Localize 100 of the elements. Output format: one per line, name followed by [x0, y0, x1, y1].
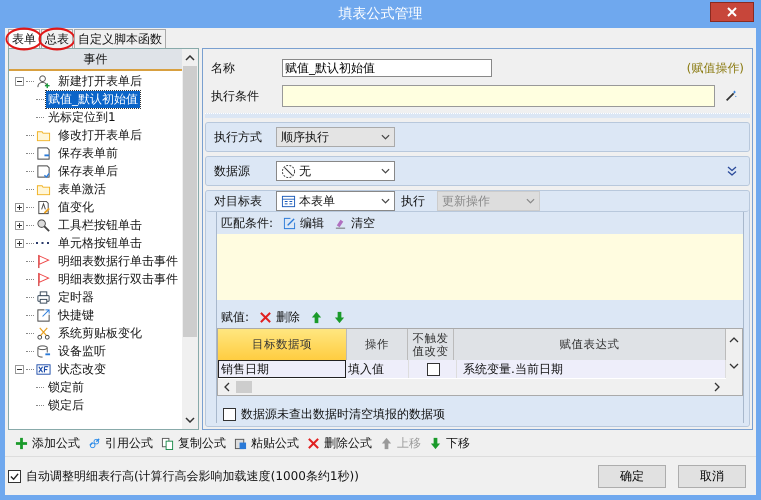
delete-button[interactable]: 删除	[259, 308, 300, 326]
magic-wand-icon[interactable]	[724, 89, 738, 103]
move-down-button[interactable]	[333, 310, 346, 324]
horizontal-scrollbar[interactable]	[218, 379, 726, 395]
scroll-down-icon[interactable]	[185, 417, 195, 423]
checkbox[interactable]	[223, 408, 236, 421]
flag-icon	[36, 254, 51, 268]
up-arrow-icon	[380, 436, 393, 450]
toolbar-button[interactable]: 引用公式	[88, 434, 153, 452]
tree-item[interactable]: 定时器	[56, 288, 96, 306]
chevron-down-icon	[381, 134, 390, 140]
dialog-button[interactable]: 确定	[598, 464, 666, 488]
field-label: 名称	[211, 60, 236, 76]
collapse-icon[interactable]	[15, 364, 24, 374]
clear-button[interactable]: 清空	[334, 214, 376, 232]
form-icon	[281, 194, 296, 208]
up-arrow-icon	[310, 310, 324, 324]
tree-item[interactable]: 明细表数据行双击事件	[56, 270, 180, 288]
database-icon	[36, 344, 51, 358]
checkbox[interactable]	[8, 470, 21, 482]
printer-icon	[36, 290, 51, 304]
edit-button[interactable]: 编辑	[283, 214, 324, 232]
column-header[interactable]: 目标数据项	[218, 329, 347, 360]
toolbar-button[interactable]: 粘贴公式	[234, 434, 299, 452]
field-label: 数据源	[214, 162, 251, 180]
toolbar-button[interactable]: 添加公式	[15, 434, 80, 452]
move-up-button[interactable]	[310, 310, 324, 324]
tree-item[interactable]: 锁定后	[46, 396, 86, 414]
tab[interactable]: 自定义脚本函数	[74, 29, 166, 48]
tree-item[interactable]: 表单激活	[56, 180, 108, 198]
checkbox-label: 自动调整明细表行高(计算行高会影响加载速度(1000条约1秒))	[26, 468, 359, 484]
tree-item[interactable]: 锁定前	[46, 378, 86, 396]
copy-icon	[161, 436, 174, 450]
tree-item[interactable]: 系统剪贴板变化	[56, 324, 144, 342]
close-icon	[727, 7, 737, 17]
source-dropdown[interactable]: 无	[276, 161, 395, 181]
table-cell[interactable]: 填入值	[346, 360, 409, 378]
checkbox[interactable]	[427, 362, 440, 376]
expand-icon[interactable]	[15, 238, 24, 248]
condition-field[interactable]	[282, 85, 715, 107]
scissors-icon	[36, 326, 51, 340]
tree-item[interactable]: 光标定位到1	[46, 108, 118, 126]
document-pen-icon	[36, 200, 51, 214]
tree-item[interactable]: 工具栏按钮单击	[56, 216, 144, 234]
column-header: 事件	[84, 50, 108, 68]
paste-icon	[234, 436, 247, 450]
field-label: 执行方式	[214, 128, 263, 146]
person-plus-icon	[36, 74, 51, 88]
field-label: 对目标表	[214, 192, 263, 210]
scroll-left-icon[interactable]	[224, 382, 230, 392]
tree-item[interactable]: 设备监听	[56, 342, 108, 360]
tree-item[interactable]: 明细表数据行单击事件	[56, 252, 180, 270]
xf-icon	[36, 362, 51, 376]
tree-item[interactable]: 修改打开表单后	[56, 126, 144, 144]
tree-item[interactable]: 赋值_默认初始值	[46, 90, 140, 108]
double-chevron-icon[interactable]	[727, 166, 737, 176]
add-icon	[15, 436, 28, 450]
tree-item[interactable]: 保存表单后	[56, 162, 120, 180]
edit-icon	[283, 216, 296, 230]
arrow-box-icon	[36, 308, 51, 322]
chevron-down-icon	[526, 198, 535, 204]
tree-item[interactable]: 值变化	[56, 198, 96, 216]
scroll-thumb[interactable]	[183, 66, 197, 337]
close-button[interactable]	[710, 2, 754, 22]
scroll-right-icon[interactable]	[714, 382, 720, 392]
toolbar-button[interactable]: 下移	[429, 434, 470, 452]
toolbar-label: 匹配条件:	[221, 214, 274, 232]
chevron-down-icon	[381, 198, 390, 204]
tree-item[interactable]: 快捷键	[56, 306, 96, 324]
tab[interactable]: 总表	[41, 29, 73, 48]
tree-item[interactable]: 状态改变	[56, 360, 108, 378]
type-note: (赋值操作)	[686, 60, 744, 76]
none-icon	[281, 164, 296, 178]
checkbox-label: 数据源未查出数据时清空填报的数据项	[241, 406, 445, 423]
target-dropdown[interactable]: 本表单	[276, 191, 395, 211]
scroll-thumb[interactable]	[236, 381, 252, 393]
delete-icon	[259, 310, 272, 324]
tree-item[interactable]: 单元格按钮单击	[56, 234, 144, 252]
name-field[interactable]: 赋值_默认初始值	[282, 59, 492, 77]
expand-icon[interactable]	[15, 202, 24, 212]
dialog-button[interactable]: 取消	[678, 464, 746, 488]
collapse-icon[interactable]	[15, 76, 24, 86]
tree-item[interactable]: 保存表单前	[56, 144, 120, 162]
table-cell[interactable]: 销售日期	[218, 360, 346, 378]
toolbar-button[interactable]: 删除公式	[307, 434, 372, 452]
field-label: 执行条件	[211, 88, 260, 104]
expand-icon[interactable]	[15, 220, 24, 230]
mode-dropdown[interactable]: 顺序执行	[276, 127, 395, 147]
scrollbar[interactable]	[726, 329, 742, 395]
chevron-down-icon	[381, 168, 390, 174]
scrollbar[interactable]	[182, 49, 198, 429]
tab[interactable]: 表单	[8, 29, 40, 48]
toolbar-button[interactable]: 复制公式	[161, 434, 226, 452]
scroll-up-icon[interactable]	[729, 337, 739, 343]
scroll-down-icon[interactable]	[729, 363, 739, 369]
window-title: 填表公式管理	[338, 5, 422, 23]
down-arrow-icon	[429, 436, 442, 450]
link-icon	[88, 436, 101, 450]
scroll-up-icon[interactable]	[185, 55, 195, 61]
tree-item[interactable]: 新建打开表单后	[56, 72, 144, 90]
